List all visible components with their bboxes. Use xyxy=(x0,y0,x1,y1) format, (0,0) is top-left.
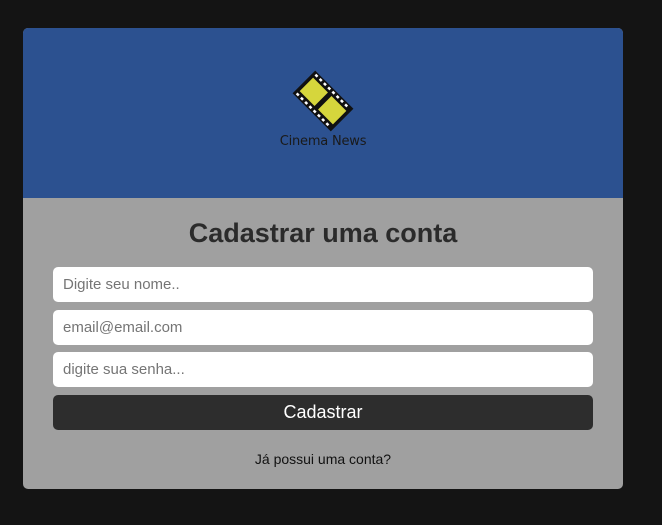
name-input[interactable] xyxy=(53,267,593,302)
header-banner: Cinema News xyxy=(23,28,623,198)
register-card: Cinema News Cadastrar uma conta Cadastra… xyxy=(23,28,623,489)
brand-logo: Cinema News xyxy=(273,70,373,154)
login-link[interactable]: Já possui uma conta? xyxy=(23,451,623,467)
page-title: Cadastrar uma conta xyxy=(188,218,458,248)
password-input[interactable] xyxy=(53,352,593,387)
register-form: Cadastrar uma conta Cadastrar Já possui … xyxy=(23,198,623,489)
film-strip-icon xyxy=(292,70,354,132)
brand-name: Cinema News xyxy=(279,134,367,149)
email-input[interactable] xyxy=(53,310,593,345)
register-button[interactable]: Cadastrar xyxy=(53,395,593,430)
